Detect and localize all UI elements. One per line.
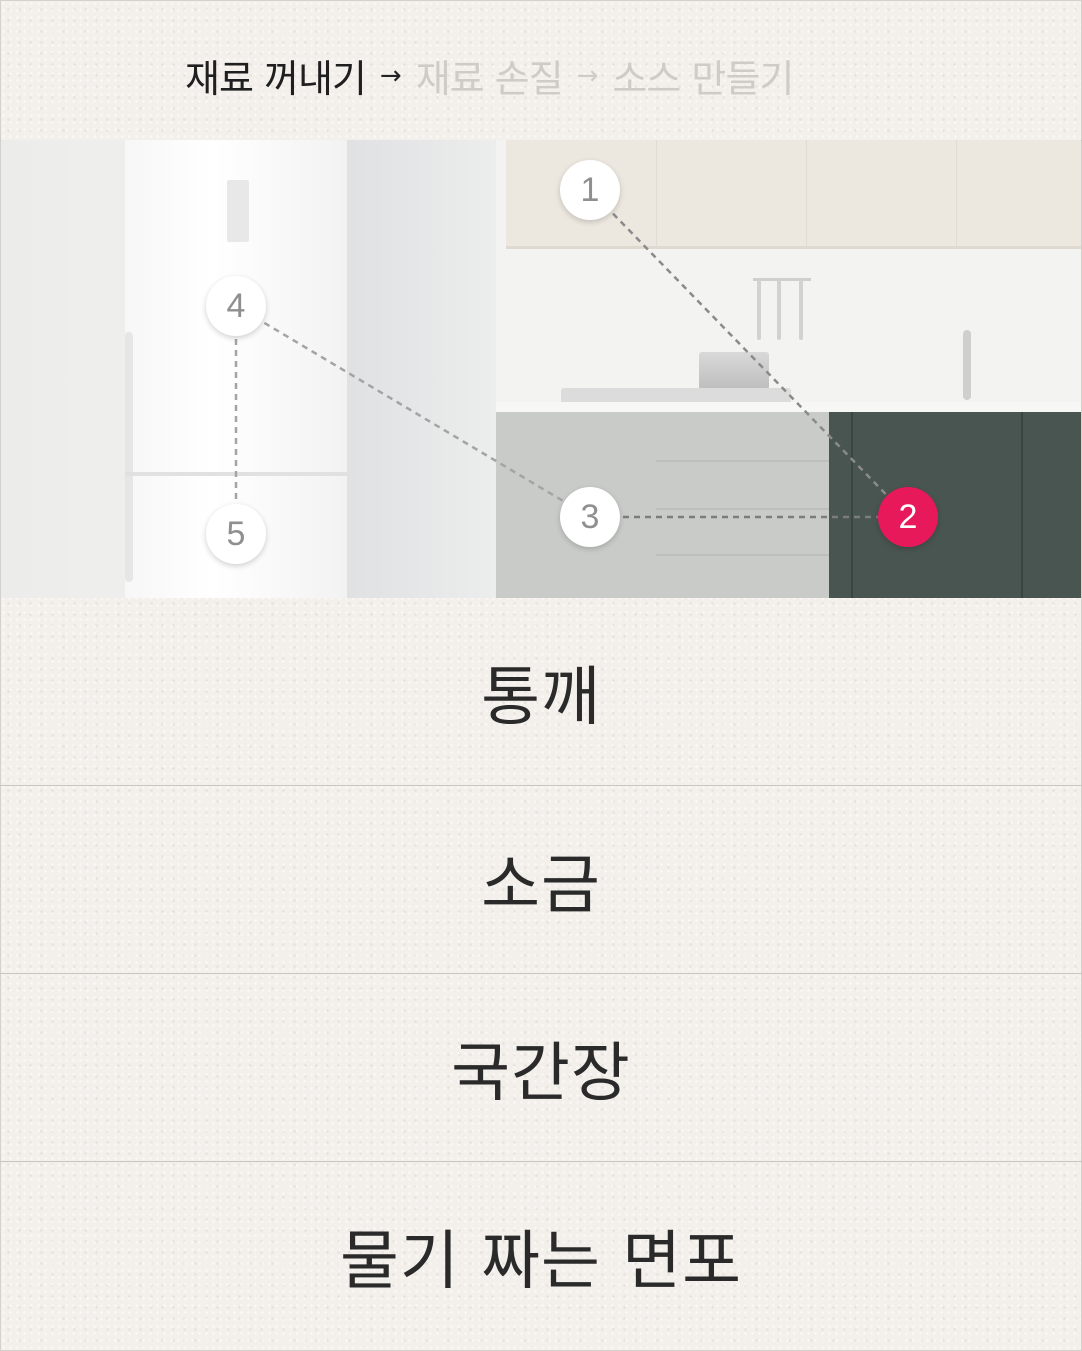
ingredient-list: 통깨 소금 국간장 물기 짜는 면포 <box>0 598 1082 1350</box>
marker-3[interactable]: 3 <box>560 487 620 547</box>
arrow-right-icon: → <box>379 60 402 91</box>
marker-5[interactable]: 5 <box>206 504 266 564</box>
arrow-right-icon: → <box>576 60 599 91</box>
step-prepare-ingredients[interactable]: 재료 손질 <box>416 48 564 103</box>
step-take-out-ingredients[interactable]: 재료 꺼내기 <box>185 48 367 103</box>
marker-1[interactable]: 1 <box>560 160 620 220</box>
connector-line-4-3 <box>235 304 591 519</box>
marker-4[interactable]: 4 <box>206 276 266 336</box>
step-make-sauce[interactable]: 소스 만들기 <box>612 48 794 103</box>
ingredient-item-salt[interactable]: 소금 <box>0 785 1082 973</box>
ingredient-item-soy-sauce[interactable]: 국간장 <box>0 973 1082 1161</box>
marker-2[interactable]: 2 <box>878 487 938 547</box>
ingredient-item-sesame[interactable]: 통깨 <box>0 598 1082 785</box>
step-breadcrumb: 재료 꺼내기 → 재료 손질 → 소스 만들기 <box>0 0 1082 141</box>
connector-line-1-2 <box>589 189 909 518</box>
ingredient-item-cheesecloth[interactable]: 물기 짜는 면포 <box>0 1161 1082 1350</box>
kitchen-scene: 1 2 3 4 5 <box>1 140 1081 598</box>
